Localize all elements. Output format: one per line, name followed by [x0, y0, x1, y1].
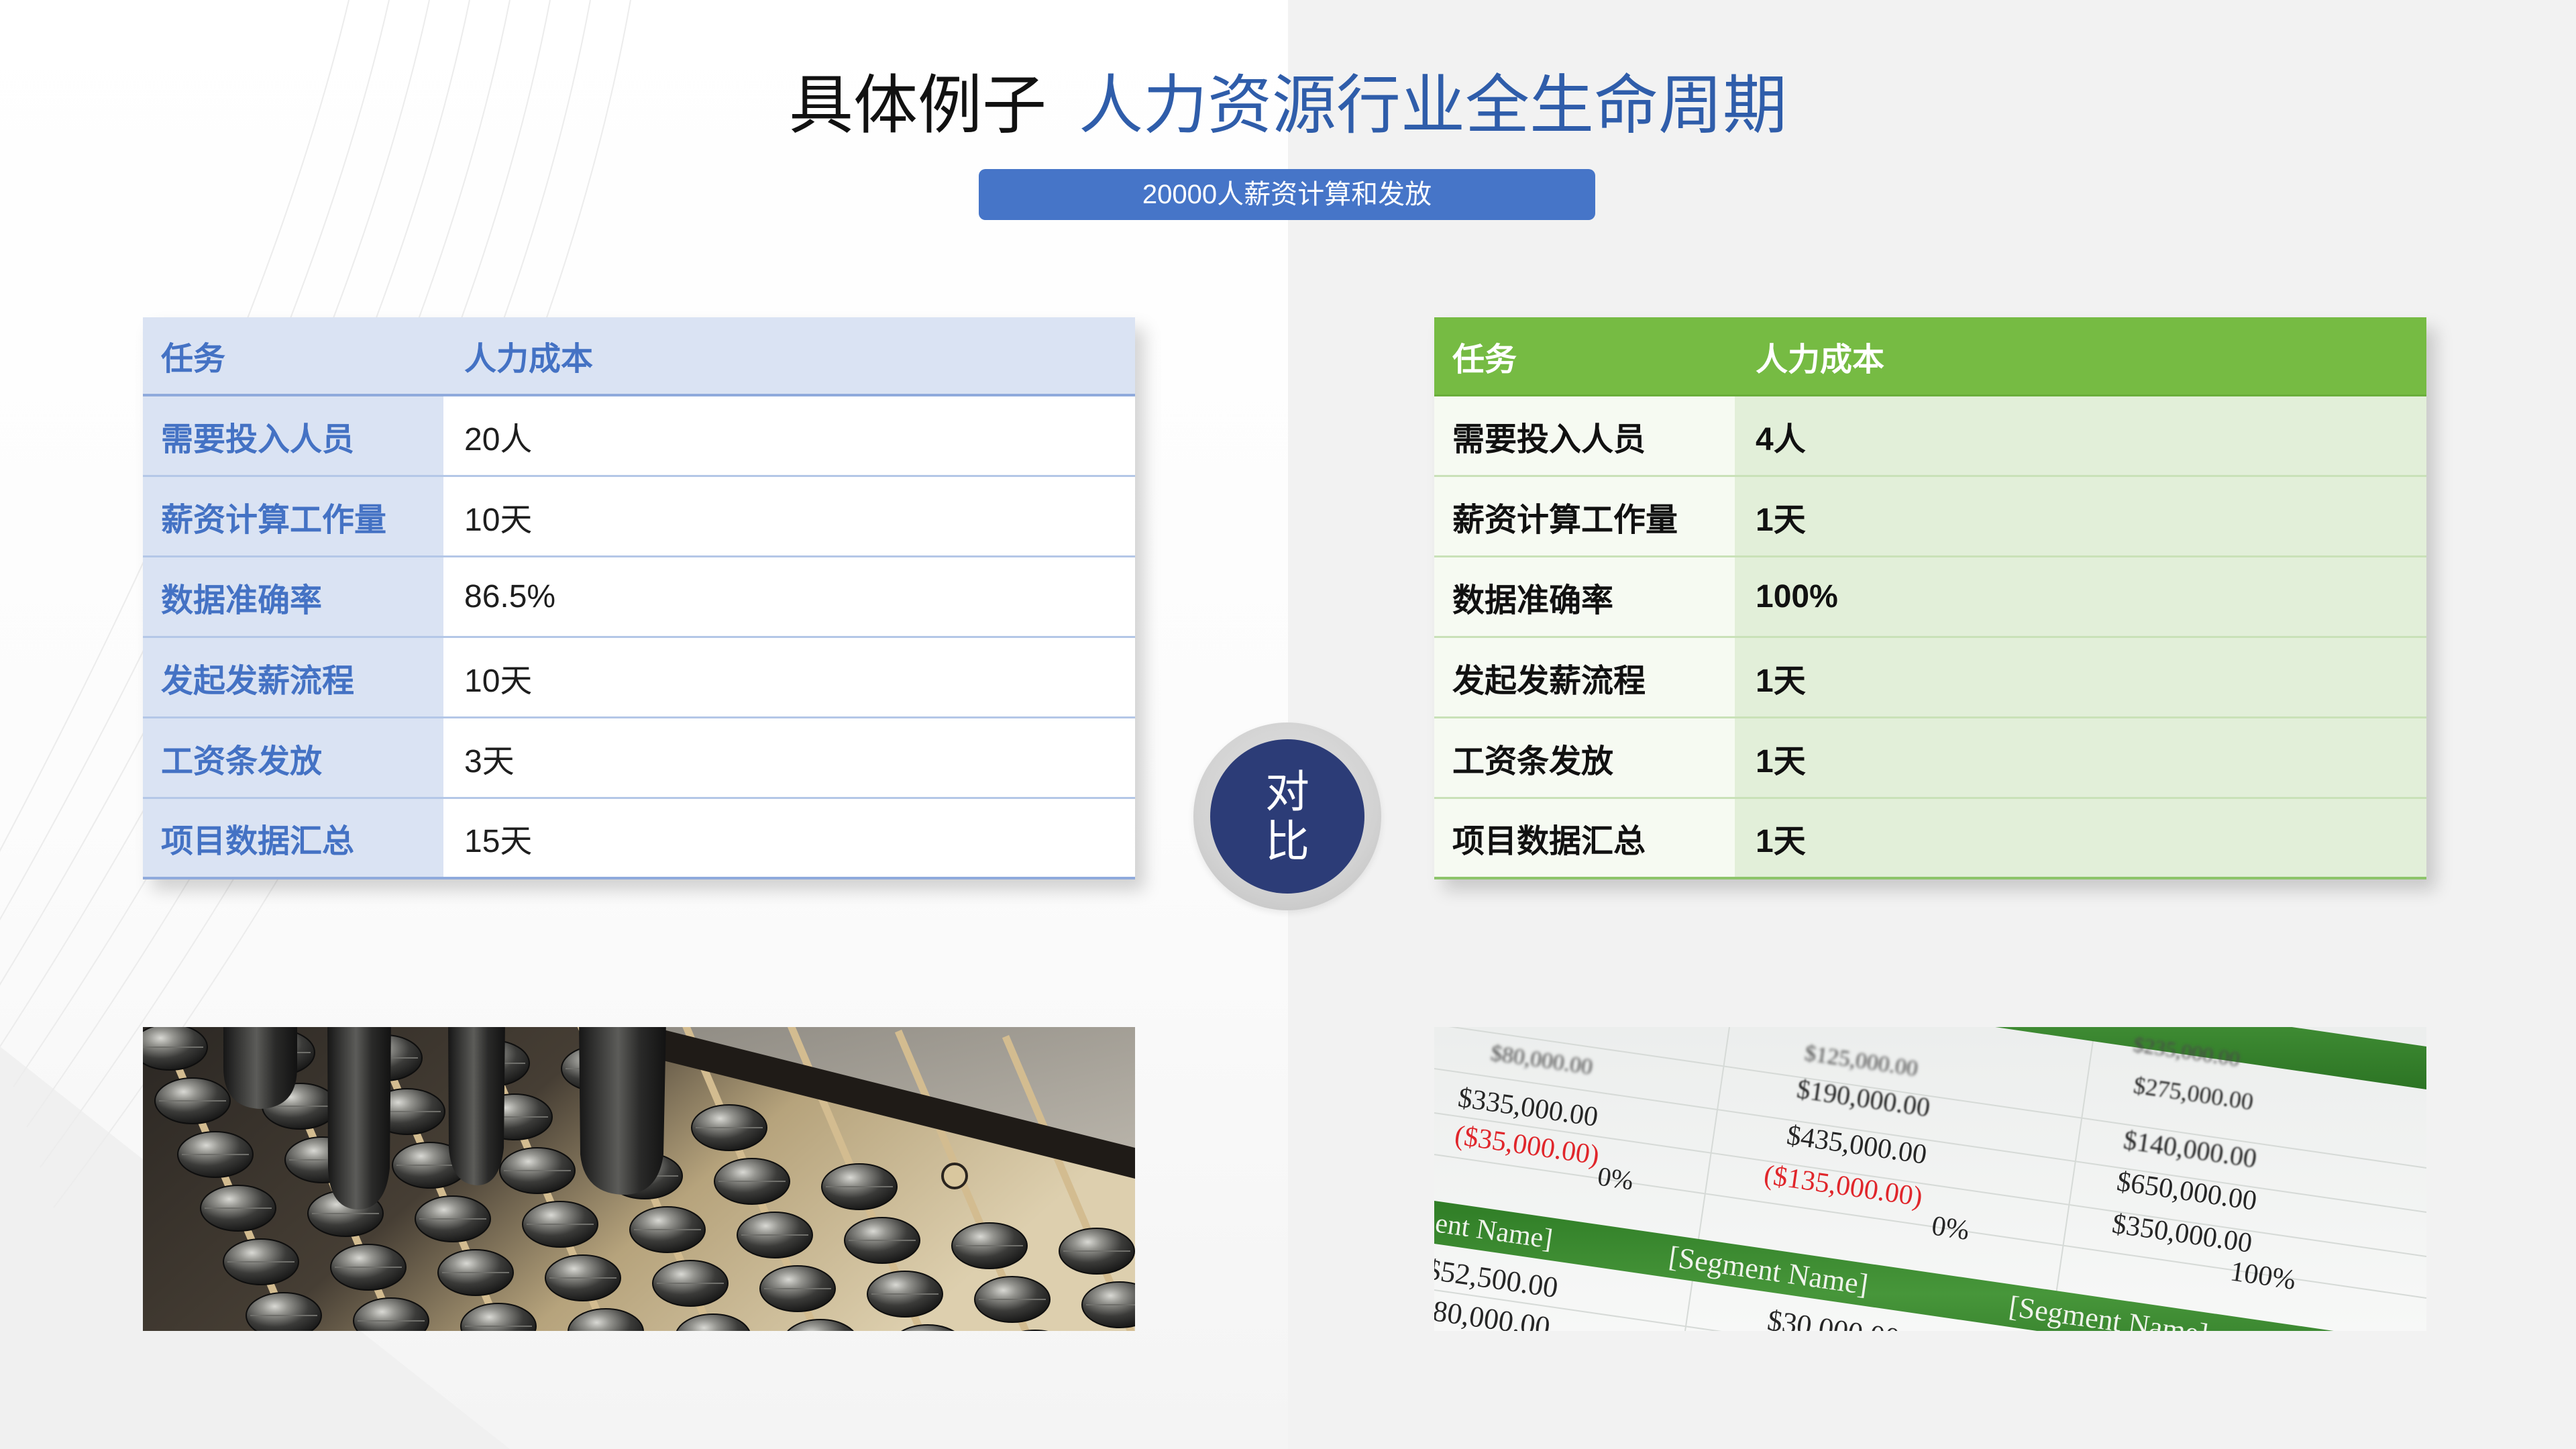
cost-cell: 10天: [443, 638, 1135, 716]
task-cell: 工资条发放: [143, 718, 443, 797]
cost-cell: 3天: [443, 718, 1135, 797]
finger-shape: [579, 1027, 666, 1195]
table-header-row: 任务 人力成本: [143, 317, 1135, 396]
table-row: 需要投入人员 4人: [1434, 396, 2426, 477]
table-row: 薪资计算工作量 10天: [143, 477, 1135, 557]
header-task: 任务: [1452, 341, 1517, 378]
table-row: 需要投入人员 20人: [143, 396, 1135, 477]
header-task: 任务: [161, 341, 226, 377]
table-row: 数据准确率 100%: [1434, 557, 2426, 638]
cost-cell: 100%: [1735, 557, 2426, 636]
task-cell: 数据准确率: [143, 557, 443, 636]
spreadsheet-illustration: $80,000.00 $335,000.00 ($35,000.00) 0% $…: [1434, 1027, 2426, 1331]
sheet-cell-value: 0%: [1596, 1161, 1635, 1195]
cost-cell: 10天: [443, 477, 1135, 555]
task-cell: 需要投入人员: [143, 396, 443, 475]
abacus-photo: [143, 1027, 1135, 1331]
abacus-peg: [941, 1163, 968, 1189]
compare-label: 对比: [1265, 767, 1309, 866]
sheet-cell-value: 0%: [1930, 1210, 1972, 1246]
table-row: 项目数据汇总 15天: [143, 799, 1135, 879]
table-row: 工资条发放 1天: [1434, 718, 2426, 799]
page-title: 具体例子 人力资源行业全生命周期: [0, 66, 2576, 146]
cost-cell: 15天: [443, 799, 1135, 877]
finger-shape: [223, 1027, 297, 1109]
table-row: 项目数据汇总 1天: [1434, 799, 2426, 879]
table-row: 数据准确率 86.5%: [143, 557, 1135, 638]
task-cell: 数据准确率: [1434, 557, 1735, 636]
finger-shape: [327, 1027, 391, 1210]
cost-cell: 1天: [1735, 718, 2426, 797]
finger-shape: [448, 1027, 505, 1185]
spreadsheet-photo: $80,000.00 $335,000.00 ($35,000.00) 0% $…: [1434, 1027, 2426, 1331]
table-row: 发起发薪流程 1天: [1434, 638, 2426, 718]
cost-cell: 1天: [1735, 477, 2426, 555]
abacus-illustration: [143, 1027, 1135, 1331]
traditional-cost-table: 任务 人力成本 需要投入人员 20人 薪资计算工作量 10天 数据准确率 86.…: [143, 317, 1135, 879]
table-row: 薪资计算工作量 1天: [1434, 477, 2426, 557]
title-highlight: 人力资源行业全生命周期: [1079, 70, 1787, 142]
subtitle-badge: 20000人薪资计算和发放: [979, 169, 1595, 220]
task-cell: 薪资计算工作量: [1434, 477, 1735, 555]
cost-cell: 1天: [1735, 638, 2426, 716]
table-header-row: 任务 人力成本: [1434, 317, 2426, 396]
task-cell: 工资条发放: [1434, 718, 1735, 797]
task-cell: 项目数据汇总: [143, 799, 443, 877]
title-prefix: 具体例子: [789, 70, 1046, 142]
cost-cell: 20人: [443, 396, 1135, 475]
task-cell: 项目数据汇总: [1434, 799, 1735, 877]
table-row: 发起发薪流程 10天: [143, 638, 1135, 718]
optimized-cost-table: 任务 人力成本 需要投入人员 4人 薪资计算工作量 1天 数据准确率 100% …: [1434, 317, 2426, 879]
cost-cell: 4人: [1735, 396, 2426, 475]
header-cost: 人力成本: [464, 341, 594, 377]
cost-cell: 86.5%: [443, 557, 1135, 636]
task-cell: 发起发薪流程: [1434, 638, 1735, 716]
task-cell: 需要投入人员: [1434, 396, 1735, 475]
task-cell: 发起发薪流程: [143, 638, 443, 716]
table-row: 工资条发放 3天: [143, 718, 1135, 799]
compare-badge-core: 对比: [1210, 739, 1364, 894]
cost-cell: 1天: [1735, 799, 2426, 877]
header-cost: 人力成本: [1756, 341, 1885, 378]
task-cell: 薪资计算工作量: [143, 477, 443, 555]
compare-badge: 对比: [1193, 722, 1381, 910]
